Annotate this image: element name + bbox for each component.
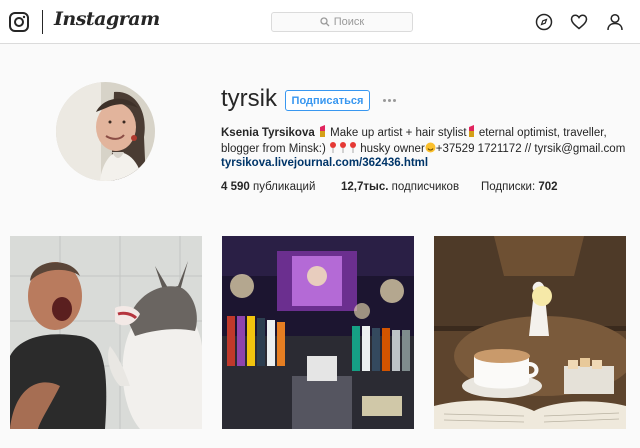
lipstick-emoji-icon [468, 125, 474, 137]
following-count-label: Подписки: [481, 181, 539, 193]
post-thumbnail-clothing-store[interactable] [222, 236, 414, 429]
compass-icon[interactable] [535, 13, 553, 31]
post-thumbnail-man-and-husky[interactable] [10, 236, 202, 429]
heart-icon[interactable] [570, 13, 588, 31]
bio-line-2: blogger from Minsk:) [221, 143, 330, 155]
person-icon[interactable] [606, 13, 624, 31]
profile-website-link[interactable]: tyrsikova.livejournal.com/362436.html [221, 157, 428, 169]
posts-count: 4 590 публикаций [221, 181, 315, 193]
instagram-glyph-icon[interactable] [9, 12, 29, 32]
search-placeholder: Поиск [333, 16, 365, 28]
search-input[interactable]: Поиск [271, 12, 413, 32]
bio-line-1: Make up artist + hair stylist [326, 127, 467, 139]
profile-full-name: Ksenia Tyrsikova [221, 127, 315, 139]
profile-bio: Ksenia Tyrsikova Make up artist + hair s… [221, 125, 626, 157]
lollipop-emoji-icon [330, 142, 357, 153]
followers-count-value: 12,7тыс. [341, 181, 389, 193]
followers-count[interactable]: 12,7тыс. подписчиков [341, 181, 459, 193]
more-options-icon[interactable] [378, 92, 400, 108]
lipstick-emoji-icon [319, 125, 325, 137]
top-navigation-bar: Instagram Поиск [0, 0, 640, 44]
posts-count-value: 4 590 [221, 181, 250, 193]
following-count-value: 702 [538, 181, 558, 193]
profile-username: tyrsik [221, 85, 277, 112]
instagram-wordmark[interactable]: Instagram [54, 8, 160, 30]
following-count[interactable]: Подписки: 702 [481, 181, 558, 193]
bio-line-2b: husky owner [357, 143, 425, 155]
logo-divider [42, 10, 43, 34]
smiley-emoji-icon [425, 142, 436, 153]
profile-avatar[interactable] [56, 82, 155, 181]
bio-line-2c: +37529 1721172 // tyrsik@gmail.com [435, 143, 626, 155]
posts-count-label: публикаций [249, 181, 316, 193]
search-icon [320, 17, 330, 27]
post-thumbnail-coffee-and-book[interactable] [434, 236, 626, 429]
bio-line-1b: eternal optimist, traveller, [475, 127, 607, 139]
follow-button[interactable]: Подписаться [285, 90, 370, 111]
followers-count-label: подписчиков [388, 181, 460, 193]
